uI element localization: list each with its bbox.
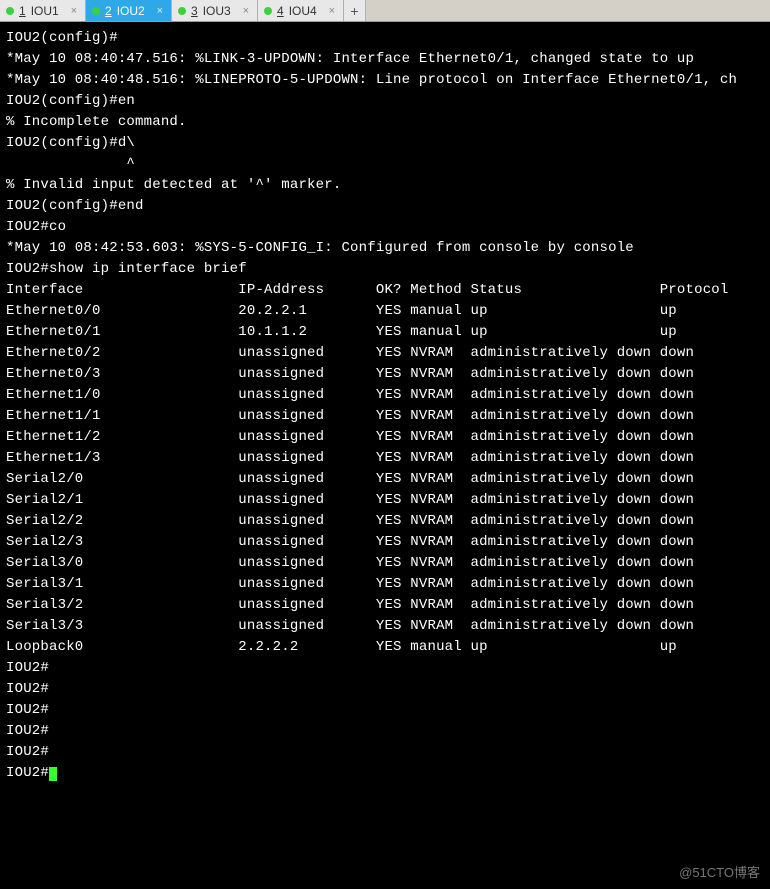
table-row: Loopback0 2.2.2.2 YES manual up up	[6, 637, 764, 658]
cursor-icon	[49, 767, 57, 781]
tab-label: IOU1	[31, 4, 59, 18]
table-row: Serial3/2 unassigned YES NVRAM administr…	[6, 595, 764, 616]
prompt-line: IOU2#	[6, 742, 764, 763]
tab-label: IOU2	[117, 4, 145, 18]
terminal[interactable]: IOU2(config)#*May 10 08:40:47.516: %LINK…	[0, 22, 770, 784]
terminal-line: IOU2(config)#d\	[6, 133, 764, 154]
status-dot-icon	[92, 7, 100, 15]
terminal-line: % Incomplete command.	[6, 112, 764, 133]
prompt-line: IOU2#	[6, 721, 764, 742]
terminal-line: IOU2#co	[6, 217, 764, 238]
tab-iou2[interactable]: 2 IOU2 ×	[86, 0, 172, 21]
tab-number: 2	[105, 4, 112, 18]
prompt-line: IOU2#	[6, 658, 764, 679]
prompt-line: IOU2#	[6, 679, 764, 700]
tab-iou4[interactable]: 4 IOU4 ×	[258, 0, 344, 21]
table-row: Serial3/1 unassigned YES NVRAM administr…	[6, 574, 764, 595]
table-row: Serial2/0 unassigned YES NVRAM administr…	[6, 469, 764, 490]
terminal-line: *May 10 08:40:48.516: %LINEPROTO-5-UPDOW…	[6, 70, 764, 91]
tab-number: 4	[277, 4, 284, 18]
close-icon[interactable]: ×	[237, 5, 249, 17]
status-dot-icon	[178, 7, 186, 15]
terminal-line: IOU2(config)#end	[6, 196, 764, 217]
terminal-line: IOU2(config)#	[6, 28, 764, 49]
tab-number: 3	[191, 4, 198, 18]
table-row: Serial2/2 unassigned YES NVRAM administr…	[6, 511, 764, 532]
close-icon[interactable]: ×	[65, 5, 77, 17]
table-row: Ethernet0/0 20.2.2.1 YES manual up up	[6, 301, 764, 322]
terminal-line: IOU2(config)#en	[6, 91, 764, 112]
tab-iou3[interactable]: 3 IOU3 ×	[172, 0, 258, 21]
table-row: Serial3/0 unassigned YES NVRAM administr…	[6, 553, 764, 574]
table-row: Serial3/3 unassigned YES NVRAM administr…	[6, 616, 764, 637]
tab-iou1[interactable]: 1 IOU1 ×	[0, 0, 86, 21]
tab-label: IOU3	[203, 4, 231, 18]
table-row: Ethernet0/3 unassigned YES NVRAM adminis…	[6, 364, 764, 385]
prompt-line: IOU2#	[6, 700, 764, 721]
table-row: Ethernet0/2 unassigned YES NVRAM adminis…	[6, 343, 764, 364]
terminal-line: *May 10 08:42:53.603: %SYS-5-CONFIG_I: C…	[6, 238, 764, 259]
close-icon[interactable]: ×	[151, 5, 163, 17]
terminal-line: ^	[6, 154, 764, 175]
status-dot-icon	[264, 7, 272, 15]
prompt-text: IOU2#	[6, 765, 49, 781]
watermark: @51CTO博客	[679, 862, 760, 881]
add-tab-button[interactable]: +	[344, 0, 366, 21]
terminal-line: *May 10 08:40:47.516: %LINK-3-UPDOWN: In…	[6, 49, 764, 70]
terminal-line: IOU2#show ip interface brief	[6, 259, 764, 280]
table-row: Serial2/3 unassigned YES NVRAM administr…	[6, 532, 764, 553]
prompt-line[interactable]: IOU2#	[6, 763, 764, 784]
tab-label: IOU4	[289, 4, 317, 18]
table-row: Ethernet1/3 unassigned YES NVRAM adminis…	[6, 448, 764, 469]
table-header: Interface IP-Address OK? Method Status P…	[6, 280, 764, 301]
terminal-line: % Invalid input detected at '^' marker.	[6, 175, 764, 196]
tab-bar: 1 IOU1 × 2 IOU2 × 3 IOU3 × 4 IOU4 × +	[0, 0, 770, 22]
status-dot-icon	[6, 7, 14, 15]
close-icon[interactable]: ×	[323, 5, 335, 17]
table-row: Serial2/1 unassigned YES NVRAM administr…	[6, 490, 764, 511]
tab-number: 1	[19, 4, 26, 18]
table-row: Ethernet1/2 unassigned YES NVRAM adminis…	[6, 427, 764, 448]
table-row: Ethernet0/1 10.1.1.2 YES manual up up	[6, 322, 764, 343]
table-row: Ethernet1/1 unassigned YES NVRAM adminis…	[6, 406, 764, 427]
table-row: Ethernet1/0 unassigned YES NVRAM adminis…	[6, 385, 764, 406]
